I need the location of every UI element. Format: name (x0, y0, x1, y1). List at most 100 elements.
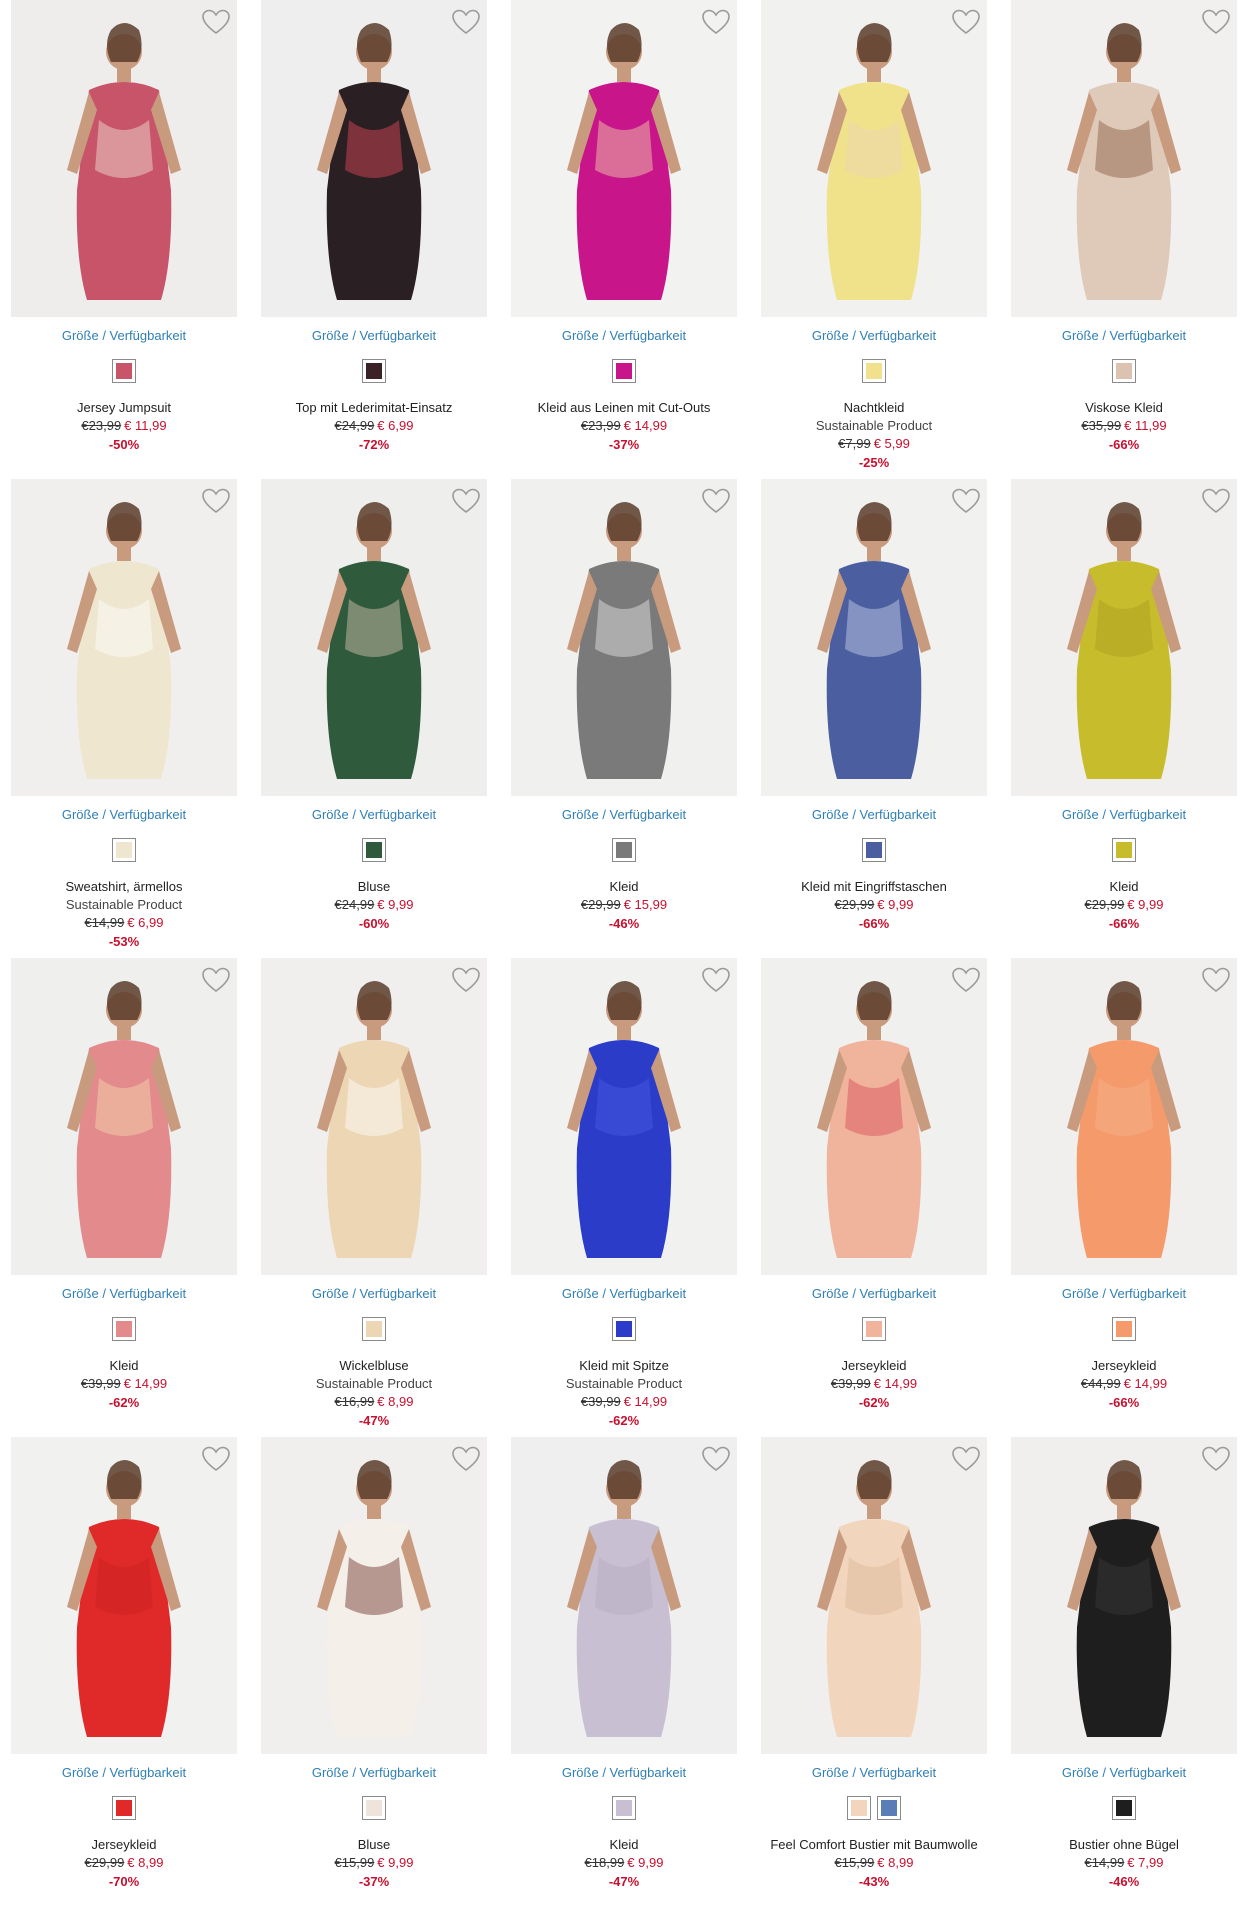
product-image[interactable] (1011, 958, 1237, 1275)
product-image[interactable] (761, 958, 987, 1275)
wishlist-heart-icon[interactable] (1201, 1445, 1231, 1473)
wishlist-heart-icon[interactable] (951, 1445, 981, 1473)
size-availability-link[interactable]: Größe / Verfügbarkeit (761, 1764, 987, 1782)
color-swatch[interactable] (612, 1796, 636, 1820)
product-card[interactable]: Größe / Verfügbarkeit Kleid aus Leinen mi… (511, 0, 737, 479)
wishlist-heart-icon[interactable] (701, 1445, 731, 1473)
color-swatch[interactable] (362, 1317, 386, 1341)
wishlist-heart-icon[interactable] (451, 487, 481, 515)
wishlist-heart-icon[interactable] (951, 487, 981, 515)
product-card[interactable]: Größe / Verfügbarkeit Kleid mit Eingriffs… (761, 479, 987, 958)
product-image[interactable] (1011, 0, 1237, 317)
size-availability-link[interactable]: Größe / Verfügbarkeit (261, 327, 487, 345)
product-name[interactable]: Viskose Kleid (1011, 399, 1237, 417)
size-availability-link[interactable]: Größe / Verfügbarkeit (1011, 1285, 1237, 1303)
wishlist-heart-icon[interactable] (951, 8, 981, 36)
product-image[interactable] (261, 958, 487, 1275)
color-swatch[interactable] (362, 838, 386, 862)
product-name[interactable]: Feel Comfort Bustier mit Baumwolle (761, 1836, 987, 1854)
product-name[interactable]: Kleid (511, 1836, 737, 1854)
product-card[interactable]: Größe / Verfügbarkeit Jerseykleid €39,99 € … (761, 958, 987, 1437)
color-swatch[interactable] (1112, 838, 1136, 862)
color-swatch[interactable] (862, 1317, 886, 1341)
color-swatch[interactable] (862, 838, 886, 862)
wishlist-heart-icon[interactable] (451, 8, 481, 36)
wishlist-heart-icon[interactable] (201, 8, 231, 36)
product-name[interactable]: Bustier ohne Bügel (1011, 1836, 1237, 1854)
size-availability-link[interactable]: Größe / Verfügbarkeit (261, 1764, 487, 1782)
product-name[interactable]: Jersey Jumpsuit (11, 399, 237, 417)
size-availability-link[interactable]: Größe / Verfügbarkeit (1011, 806, 1237, 824)
color-swatch[interactable] (1112, 359, 1136, 383)
product-card[interactable]: Größe / Verfügbarkeit Bluse €15,99 € 9,99 -3… (261, 1437, 487, 1916)
size-availability-link[interactable]: Größe / Verfügbarkeit (261, 806, 487, 824)
product-image[interactable] (511, 1437, 737, 1754)
product-card[interactable]: Größe / Verfügbarkeit Nachtkleid Sustainab… (761, 0, 987, 479)
product-card[interactable]: Größe / Verfügbarkeit Viskose Kleid €35,99… (1011, 0, 1237, 479)
color-swatch[interactable] (1112, 1796, 1136, 1820)
product-card[interactable]: Größe / Verfügbarkeit Jerseykleid €29,99 € … (11, 1437, 237, 1916)
wishlist-heart-icon[interactable] (451, 1445, 481, 1473)
product-name[interactable]: Kleid (511, 878, 737, 896)
product-name[interactable]: Kleid mit Spitze (511, 1357, 737, 1375)
product-image[interactable] (261, 479, 487, 796)
wishlist-heart-icon[interactable] (701, 966, 731, 994)
product-card[interactable]: Größe / Verfügbarkeit Kleid mit Spitze Sus… (511, 958, 737, 1437)
product-card[interactable]: Größe / Verfügbarkeit Kleid €29,99 € 9,99 -6… (1011, 479, 1237, 958)
wishlist-heart-icon[interactable] (1201, 487, 1231, 515)
product-card[interactable]: Größe / Verfügbarkeit Top mit Lederimitat… (261, 0, 487, 479)
product-image[interactable] (761, 1437, 987, 1754)
color-swatch[interactable] (1112, 1317, 1136, 1341)
product-card[interactable]: Größe / Verfügbarkeit Bluse €24,99 € 9,99 -6… (261, 479, 487, 958)
product-card[interactable]: Größe / Verfügbarkeit Bustier ohne Bügel €… (1011, 1437, 1237, 1916)
wishlist-heart-icon[interactable] (1201, 8, 1231, 36)
product-image[interactable] (761, 0, 987, 317)
wishlist-heart-icon[interactable] (701, 8, 731, 36)
size-availability-link[interactable]: Größe / Verfügbarkeit (261, 1285, 487, 1303)
wishlist-heart-icon[interactable] (451, 966, 481, 994)
color-swatch[interactable] (112, 1317, 136, 1341)
product-image[interactable] (11, 479, 237, 796)
product-name[interactable]: Jerseykleid (761, 1357, 987, 1375)
color-swatch[interactable] (362, 1796, 386, 1820)
product-name[interactable]: Sweatshirt, ärmellos (11, 878, 237, 896)
product-card[interactable]: Größe / Verfügbarkeit Wickelbluse Sustaina… (261, 958, 487, 1437)
product-image[interactable] (511, 958, 737, 1275)
product-image[interactable] (11, 0, 237, 317)
product-card[interactable]: Größe / Verfügbarkeit Feel Comfort Bustie… (761, 1437, 987, 1916)
wishlist-heart-icon[interactable] (201, 1445, 231, 1473)
color-swatch[interactable] (877, 1796, 901, 1820)
size-availability-link[interactable]: Größe / Verfügbarkeit (11, 1285, 237, 1303)
product-name[interactable]: Jerseykleid (1011, 1357, 1237, 1375)
size-availability-link[interactable]: Größe / Verfügbarkeit (1011, 1764, 1237, 1782)
product-image[interactable] (511, 0, 737, 317)
product-image[interactable] (11, 958, 237, 1275)
product-name[interactable]: Bluse (261, 1836, 487, 1854)
size-availability-link[interactable]: Größe / Verfügbarkeit (511, 327, 737, 345)
color-swatch[interactable] (862, 359, 886, 383)
size-availability-link[interactable]: Größe / Verfügbarkeit (11, 806, 237, 824)
product-card[interactable]: Größe / Verfügbarkeit Kleid €18,99 € 9,99 -4… (511, 1437, 737, 1916)
wishlist-heart-icon[interactable] (1201, 966, 1231, 994)
product-card[interactable]: Größe / Verfügbarkeit Sweatshirt, ärmello… (11, 479, 237, 958)
size-availability-link[interactable]: Größe / Verfügbarkeit (511, 806, 737, 824)
wishlist-heart-icon[interactable] (701, 487, 731, 515)
size-availability-link[interactable]: Größe / Verfügbarkeit (761, 1285, 987, 1303)
product-image[interactable] (1011, 1437, 1237, 1754)
size-availability-link[interactable]: Größe / Verfügbarkeit (11, 327, 237, 345)
product-image[interactable] (261, 1437, 487, 1754)
product-name[interactable]: Kleid (1011, 878, 1237, 896)
size-availability-link[interactable]: Größe / Verfügbarkeit (511, 1285, 737, 1303)
product-card[interactable]: Größe / Verfügbarkeit Kleid €29,99 € 15,99 -… (511, 479, 737, 958)
product-name[interactable]: Nachtkleid (761, 399, 987, 417)
product-name[interactable]: Wickelbluse (261, 1357, 487, 1375)
wishlist-heart-icon[interactable] (951, 966, 981, 994)
size-availability-link[interactable]: Größe / Verfügbarkeit (1011, 327, 1237, 345)
product-card[interactable]: Größe / Verfügbarkeit Jersey Jumpsuit €23,… (11, 0, 237, 479)
product-image[interactable] (1011, 479, 1237, 796)
product-name[interactable]: Kleid mit Eingriffstaschen (761, 878, 987, 896)
color-swatch[interactable] (112, 838, 136, 862)
size-availability-link[interactable]: Größe / Verfügbarkeit (511, 1764, 737, 1782)
color-swatch[interactable] (612, 1317, 636, 1341)
product-name[interactable]: Kleid aus Leinen mit Cut-Outs (511, 399, 737, 417)
